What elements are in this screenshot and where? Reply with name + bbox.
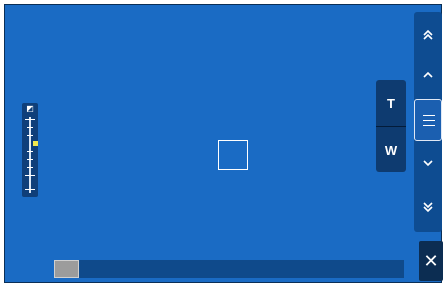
double-chevron-up-icon [423, 29, 433, 40]
camera-viewfinder[interactable]: ◩ T W [4, 4, 442, 283]
exposure-scale [29, 117, 31, 193]
exposure-tick [27, 159, 33, 160]
zoom-tele-button[interactable]: T [376, 80, 406, 126]
chevron-up-icon [423, 71, 433, 78]
exposure-tick [25, 189, 35, 190]
camera-screen: ◩ T W ✕ [0, 0, 448, 287]
double-chevron-down-icon [423, 202, 433, 213]
exposure-tick [27, 167, 33, 168]
exposure-icon: ◩ [26, 104, 34, 113]
exposure-tick [27, 151, 33, 152]
chevron-down-icon [423, 160, 433, 167]
focus-box[interactable] [218, 140, 248, 170]
menu-button[interactable] [414, 99, 442, 141]
scroll-down-button[interactable] [414, 146, 442, 180]
close-icon: ✕ [423, 250, 439, 271]
close-button[interactable]: ✕ [419, 241, 443, 281]
scroll-bottom-button[interactable] [414, 190, 442, 224]
exposure-tick [25, 175, 35, 176]
exposure-slider[interactable]: ◩ [22, 103, 38, 197]
exposure-tick [25, 119, 35, 120]
scroll-up-button[interactable] [414, 58, 442, 92]
exposure-tick [27, 135, 33, 136]
progress-bar[interactable] [54, 260, 404, 278]
zoom-wide-button[interactable]: W [376, 126, 406, 172]
exposure-tick [27, 127, 33, 128]
exposure-marker[interactable] [33, 141, 38, 146]
scroll-top-button[interactable] [414, 18, 442, 52]
zoom-control[interactable]: T W [376, 80, 406, 172]
progress-fill [54, 260, 79, 278]
